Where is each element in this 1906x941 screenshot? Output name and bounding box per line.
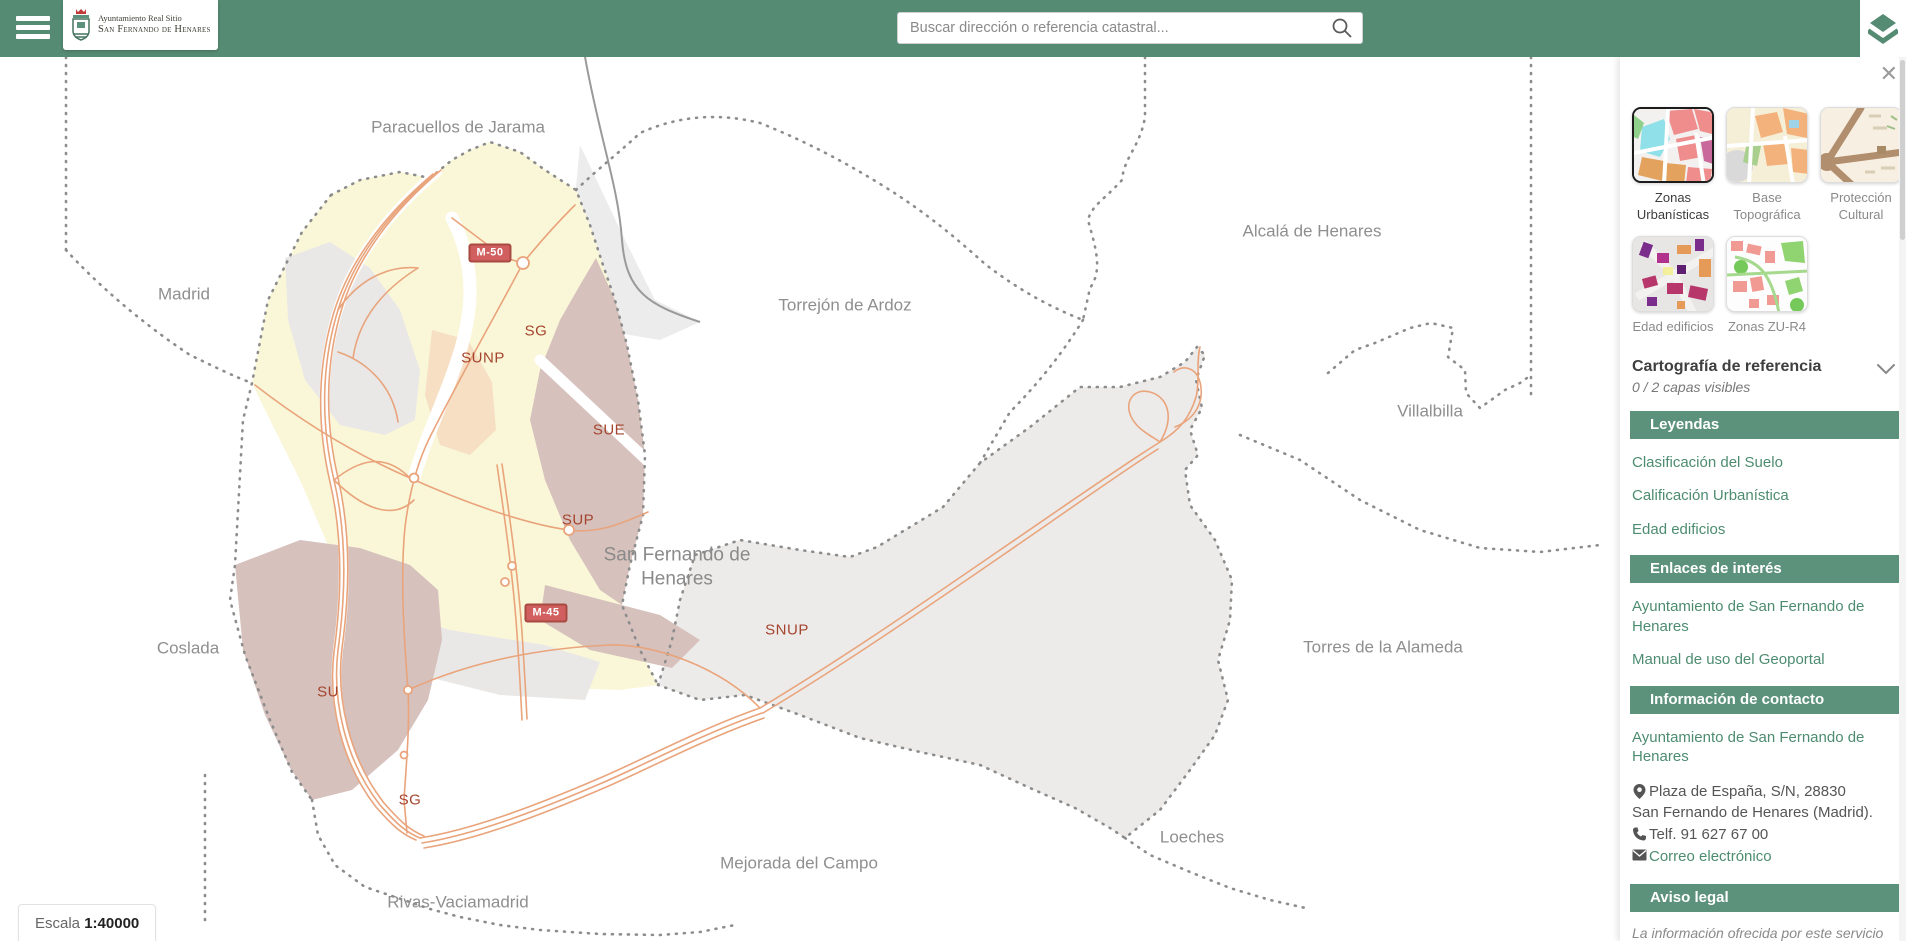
municipality-label: Loeches	[1160, 826, 1224, 847]
basemap-thumbnail-base[interactable]	[1726, 107, 1808, 183]
road-badge-m-50: M-50	[468, 244, 511, 263]
section-contacto: Información de contacto	[1630, 686, 1906, 714]
city-crest-icon	[69, 7, 93, 43]
zone-label-sg: SG	[525, 323, 548, 340]
basemap-option-zonas: Zonas Urbanísticas	[1632, 107, 1714, 224]
menu-hamburger-icon[interactable]	[8, 9, 58, 49]
cartography-title: Cartografía de referencia	[1632, 358, 1876, 376]
basemap-thumbnail-proteccion[interactable]	[1820, 107, 1902, 183]
basemap-label[interactable]: Base Topográfica	[1726, 190, 1808, 224]
search-bar	[897, 12, 1363, 44]
legal-notice-text: La información ofrecida por este servici…	[1632, 924, 1884, 941]
envelope-icon	[1632, 849, 1647, 861]
basemap-option-proteccion: Protección Cultural	[1820, 107, 1902, 224]
chevron-down-icon[interactable]	[1876, 362, 1896, 380]
search-icon	[1331, 17, 1353, 39]
zone-label-snup: SNUP	[765, 622, 809, 639]
basemap-option-base: Base Topográfica	[1726, 107, 1808, 224]
basemap-option-zur4: Zonas ZU-R4	[1726, 236, 1808, 336]
basemap-option-edad: Edad edificios	[1632, 236, 1714, 336]
leyendas-links: Clasificación del Suelo Calificación Urba…	[1632, 453, 1906, 540]
basemap-thumbnail-zonas[interactable]	[1632, 107, 1714, 183]
section-aviso: Aviso legal	[1630, 884, 1906, 912]
basemap-thumbnail-zur4[interactable]	[1726, 236, 1808, 312]
legend-link-0[interactable]: Clasificación del Suelo	[1632, 453, 1877, 473]
section-leyendas: Leyendas	[1630, 411, 1906, 439]
zone-label-sup: SUP	[562, 512, 594, 529]
basemap-thumbnail-edad[interactable]	[1632, 236, 1714, 312]
enlaces-links: Ayuntamiento de San Fernando de Henares M…	[1632, 597, 1906, 670]
layer-panel: ✕ Zonas Urbanísticas Base Topográfica Pr…	[1620, 57, 1906, 941]
location-pin-icon	[1632, 784, 1647, 799]
basemap-label[interactable]: Zonas ZU-R4	[1726, 319, 1808, 336]
app-header: Ayuntamiento Real Sitio San Fernando de …	[0, 0, 1860, 57]
search-button[interactable]	[1322, 13, 1362, 43]
scale-label: Escala	[35, 915, 80, 932]
legend-link-2[interactable]: Edad edificios	[1632, 520, 1877, 540]
layers-icon	[1868, 12, 1898, 46]
logo-line1: Ayuntamiento Real Sitio	[98, 14, 211, 24]
municipality-label: Rivas-Vaciamadrid	[387, 891, 528, 912]
municipality-label: Villalbilla	[1397, 400, 1463, 421]
contact-info: Plaza de España, S/N, 28830 San Fernando…	[1632, 781, 1882, 868]
layers-toggle-button[interactable]	[1860, 0, 1906, 57]
municipality-label: Torrejón de Ardoz	[778, 294, 911, 315]
municipality-label: Alcalá de Henares	[1243, 220, 1382, 241]
municipality-label: San Fernando deHenares	[604, 543, 751, 591]
municipality-label: Torres de la Alameda	[1303, 636, 1463, 657]
contact-address-1: Plaza de España, S/N, 28830	[1649, 781, 1846, 803]
municipality-label: Coslada	[157, 637, 219, 658]
close-icon[interactable]: ✕	[1880, 63, 1898, 85]
interest-link-1[interactable]: Manual de uso del Geoportal	[1632, 650, 1877, 670]
basemap-label[interactable]: Zonas Urbanísticas	[1632, 190, 1714, 224]
interest-link-0[interactable]: Ayuntamiento de San Fernando de Henares	[1632, 597, 1877, 636]
basemap-label[interactable]: Edad edificios	[1632, 319, 1714, 336]
zone-gray-snup	[658, 347, 1232, 838]
scale-value: 1:40000	[84, 915, 139, 932]
phone-icon	[1632, 827, 1647, 841]
section-enlaces: Enlaces de interés	[1630, 555, 1906, 583]
city-logo[interactable]: Ayuntamiento Real Sitio San Fernando de …	[63, 0, 218, 50]
cartography-status: 0 / 2 capas visibles	[1632, 379, 1876, 395]
zone-label-sg: SG	[399, 792, 422, 809]
road-badge-m-45: M-45	[524, 604, 567, 623]
legend-link-1[interactable]: Calificación Urbanística	[1632, 486, 1877, 506]
contact-phone: Telf. 91 627 67 00	[1649, 824, 1768, 846]
zone-label-sue: SUE	[593, 422, 625, 439]
scale-indicator: Escala 1:40000	[18, 904, 156, 941]
municipality-label: Madrid	[158, 283, 210, 304]
contact-address-2: San Fernando de Henares (Madrid).	[1632, 802, 1873, 824]
panel-scrollbar[interactable]	[1899, 57, 1906, 941]
contact-ayuntamiento-link[interactable]: Ayuntamiento de San Fernando de Henares	[1632, 728, 1877, 767]
logo-line2: San Fernando de Henares	[98, 24, 211, 36]
cartography-header: Cartografía de referencia 0 / 2 capas vi…	[1632, 358, 1906, 395]
contact-email-link[interactable]: Correo electrónico	[1649, 846, 1772, 868]
basemap-label[interactable]: Protección Cultural	[1820, 190, 1902, 224]
zone-label-su: SU	[317, 684, 339, 701]
zone-label-sunp: SUNP	[461, 350, 505, 367]
municipality-label: Paracuellos de Jarama	[371, 116, 545, 137]
municipality-label: Mejorada del Campo	[720, 852, 878, 873]
search-input[interactable]	[898, 20, 1322, 36]
logo-text: Ayuntamiento Real Sitio San Fernando de …	[98, 14, 211, 36]
basemap-thumbnails: Zonas Urbanísticas Base Topográfica Prot…	[1632, 107, 1902, 336]
